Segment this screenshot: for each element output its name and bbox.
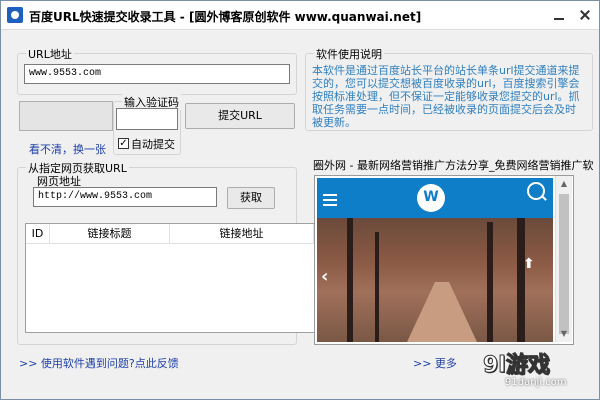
captcha-input[interactable] (116, 108, 178, 130)
window-title: 百度URL快速提交收录工具 - [圆外博客原创软件 www.quanwai.ne… (29, 10, 422, 24)
more-link[interactable]: >> 更多 (413, 355, 457, 371)
help-group: 软件使用说明 本软件是通过百度站长平台的站长单条url提交通道来提交的，您可以提… (305, 46, 593, 131)
scrollbar-thumb[interactable] (559, 194, 569, 334)
tree-trunk (347, 218, 353, 342)
site-logo[interactable] (417, 184, 445, 212)
scroll-down-icon[interactable]: ▼ (556, 326, 572, 342)
fetch-button[interactable]: 获取 (227, 187, 275, 209)
captcha-image[interactable] (19, 101, 113, 131)
refresh-captcha-link[interactable]: 看不清，换一张 (29, 141, 106, 157)
column-header-title[interactable]: 链接标题 (50, 224, 170, 244)
feedback-link[interactable]: >> 使用软件遇到问题?点此反馈 (19, 355, 179, 371)
scroll-top-icon[interactable]: ⬆ (523, 256, 535, 272)
column-header-url[interactable]: 链接地址 (170, 224, 314, 244)
auto-submit-label[interactable]: 自动提交 (131, 136, 175, 152)
link-table[interactable]: ID 链接标题 链接地址 (25, 223, 315, 333)
tree-trunk (487, 222, 493, 342)
web-address-input[interactable]: http://www.9553.com (33, 187, 217, 207)
title-bar[interactable]: 百度URL快速提交收录工具 - [圆外博客原创软件 www.quanwai.ne… (1, 1, 599, 30)
url-group: URL地址 www.9553.com (17, 46, 297, 95)
watermark-text: 9l游戏 (483, 353, 551, 379)
embedded-browser[interactable]: ‹ ⬆ ▲ ▼ (314, 175, 574, 345)
banner-image[interactable]: ‹ ⬆ (317, 218, 553, 342)
watermark-domain: 91danji.com (505, 377, 567, 388)
close-icon[interactable] (573, 4, 597, 26)
help-legend: 软件使用说明 (314, 46, 384, 62)
help-text: 本软件是通过百度站长平台的站长单条url提交通道来提交的，您可以提交想被百度收录… (312, 64, 580, 128)
app-icon (7, 7, 23, 23)
menu-icon[interactable] (323, 194, 337, 196)
tree-trunk (517, 218, 525, 342)
url-input[interactable]: www.9553.com (24, 64, 290, 84)
scroll-up-icon[interactable]: ▲ (556, 176, 572, 192)
ad-panel-title: 圈外网 - 最新网络营销推广方法分享_免费网络营销推广软 (313, 159, 594, 172)
submit-url-button[interactable]: 提交URL (185, 103, 295, 129)
column-header-id[interactable]: ID (26, 224, 50, 244)
app-window: 百度URL快速提交收录工具 - [圆外博客原创软件 www.quanwai.ne… (0, 0, 600, 400)
tree-trunk (375, 232, 379, 342)
captcha-group: 输入验证码 ✓ 自动提交 (113, 94, 181, 155)
forest-path (407, 282, 477, 342)
watermark-logo: 9l游戏 91danji.com (481, 347, 593, 391)
slider-prev-icon[interactable]: ‹ (321, 266, 328, 287)
site-nav-bar (317, 178, 553, 218)
browser-scrollbar[interactable]: ▲ ▼ (555, 176, 572, 342)
minimize-icon[interactable] (547, 4, 571, 26)
auto-submit-checkbox[interactable]: ✓ (118, 138, 129, 149)
search-icon[interactable] (527, 182, 545, 200)
url-legend: URL地址 (26, 46, 74, 62)
